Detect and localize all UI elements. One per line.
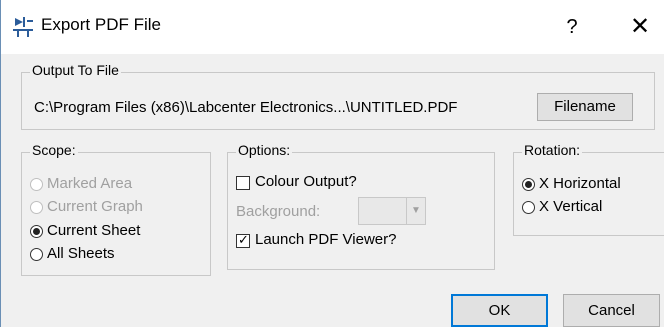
options-group-legend: Options: <box>236 142 293 158</box>
radio-circle-icon <box>522 201 535 214</box>
radio-circle-icon <box>30 248 43 261</box>
chevron-down-icon: ▼ <box>406 198 425 224</box>
export-pdf-dialog: Export PDF File ? ✕ Output To File C:\Pr… <box>0 0 664 327</box>
radio-label: X Horizontal <box>539 175 621 192</box>
background-label: Background: <box>236 203 321 220</box>
checkbox-icon: ✓ <box>236 232 250 248</box>
scope-group: Scope: Marked Area Current Graph Current… <box>21 142 211 276</box>
scope-group-legend: Scope: <box>30 142 78 158</box>
window-title: Export PDF File <box>41 15 161 34</box>
output-group-legend: Output To File <box>30 62 121 78</box>
radio-circle-icon <box>30 201 43 214</box>
rotation-group-legend: Rotation: <box>522 142 583 158</box>
checkbox-label: Colour Output? <box>255 173 357 190</box>
title-bar: Export PDF File ? ✕ <box>1 0 664 54</box>
help-button[interactable]: ? <box>557 10 587 44</box>
rotation-group: Rotation: X Horizontal X Vertical <box>513 142 664 236</box>
radio-label: Marked Area <box>47 175 133 192</box>
close-button[interactable]: ✕ <box>623 10 657 44</box>
filename-button[interactable]: Filename <box>537 93 633 121</box>
radio-label: Current Sheet <box>47 222 141 239</box>
checkmark-icon: ✓ <box>238 232 249 247</box>
radio-label: X Vertical <box>539 198 603 215</box>
radio-label: Current Graph <box>47 198 143 215</box>
options-group: Options: Colour Output? Background: ▼ ✓ … <box>227 142 495 270</box>
cancel-button[interactable]: Cancel <box>563 294 660 327</box>
radio-selected-icon <box>30 225 43 238</box>
radio-circle-icon <box>30 178 43 191</box>
export-pdf-icon <box>13 17 33 37</box>
ok-button[interactable]: OK <box>451 294 548 327</box>
checkbox-label: Launch PDF Viewer? <box>255 231 397 248</box>
output-to-file-group: Output To File C:\Program Files (x86)\La… <box>21 62 655 130</box>
checkbox-icon <box>236 176 250 190</box>
output-path: C:\Program Files (x86)\Labcenter Electro… <box>34 99 458 116</box>
radio-label: All Sheets <box>47 245 115 262</box>
radio-selected-icon <box>522 178 535 191</box>
background-combo: ▼ <box>358 197 426 225</box>
